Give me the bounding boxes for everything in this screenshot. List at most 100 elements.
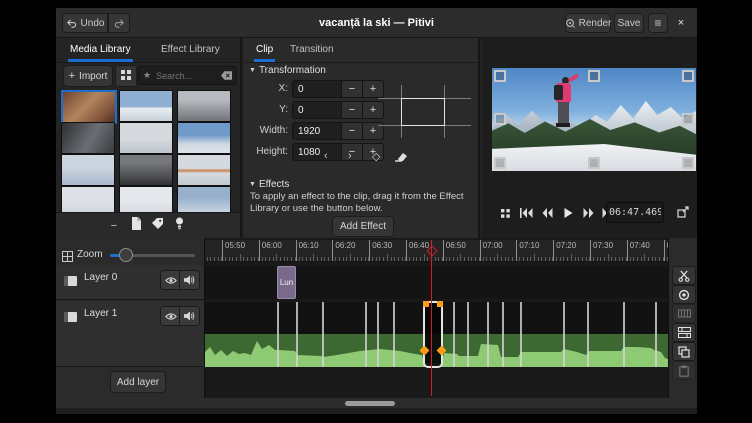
spin-input[interactable] <box>292 80 342 98</box>
clip-boundary[interactable] <box>296 302 298 367</box>
clip-boundary[interactable] <box>322 302 324 367</box>
redo-button[interactable] <box>108 13 130 33</box>
ungroup-button[interactable] <box>672 323 696 342</box>
tags-button[interactable] <box>149 217 167 235</box>
seek-forward-button[interactable] <box>579 205 597 221</box>
tab-media-library[interactable]: Media Library <box>68 40 133 62</box>
media-thumbnail[interactable] <box>119 122 173 154</box>
scrollbar-thumb[interactable] <box>345 401 395 406</box>
keyframe-button[interactable] <box>672 285 696 304</box>
detach-viewer-button[interactable] <box>674 204 692 220</box>
clip-boundary[interactable] <box>277 302 279 367</box>
layer1-visibility-button[interactable] <box>160 306 181 326</box>
clip-boundary[interactable] <box>623 302 625 367</box>
selected-clip[interactable] <box>423 301 443 368</box>
effects-expander[interactable]: ▼ Effects <box>249 179 289 190</box>
clip-boundary[interactable] <box>563 302 565 367</box>
transformation-expander[interactable]: ▼ Transformation <box>249 65 326 76</box>
media-thumbnail[interactable] <box>177 90 231 122</box>
decrement-button[interactable]: − <box>342 101 363 119</box>
reset-transform-button[interactable] <box>394 151 407 165</box>
seek-backward-button[interactable] <box>538 205 556 221</box>
video-preview[interactable] <box>492 68 696 171</box>
timecode-field[interactable] <box>606 202 664 223</box>
media-thumbnail[interactable] <box>177 122 231 154</box>
layer-menu-icon[interactable] <box>64 273 77 291</box>
transform-rect[interactable] <box>401 98 445 126</box>
media-thumbnail[interactable] <box>119 90 173 122</box>
clip-boundary[interactable] <box>502 302 504 367</box>
transform-handle-t[interactable] <box>588 70 600 82</box>
clip-properties-button[interactable] <box>127 217 145 235</box>
clip-boundary[interactable] <box>393 302 395 367</box>
clip-boundary[interactable] <box>487 302 489 367</box>
layer1-name[interactable]: Layer 1 <box>84 308 117 319</box>
menu-button[interactable]: ≡ <box>648 13 668 33</box>
fit-view-button[interactable] <box>496 205 514 221</box>
title-clip[interactable]: Lun <box>277 266 296 299</box>
remove-clip-button[interactable]: − <box>105 217 123 235</box>
play-button[interactable] <box>559 205 577 221</box>
search-field[interactable]: ★ <box>138 66 237 85</box>
media-thumbnail[interactable] <box>119 154 173 186</box>
layer1-mute-button[interactable] <box>179 306 200 326</box>
undo-button[interactable]: Undo <box>62 13 108 33</box>
increment-button[interactable]: + <box>363 80 384 98</box>
view-toggle-button[interactable] <box>115 65 137 87</box>
decrement-button[interactable]: − <box>342 143 363 161</box>
decrement-button[interactable]: − <box>342 80 363 98</box>
spin-input[interactable] <box>292 101 342 119</box>
clip-boundary[interactable] <box>520 302 522 367</box>
tab-transition[interactable]: Transition <box>288 40 336 59</box>
paste-button[interactable] <box>672 361 696 380</box>
layer-menu-icon[interactable] <box>64 309 77 327</box>
layer1-track[interactable] <box>205 302 668 367</box>
layer0-visibility-button[interactable] <box>160 270 181 290</box>
transform-handle-b[interactable] <box>588 157 600 169</box>
increment-button[interactable]: + <box>363 101 384 119</box>
import-button[interactable]: + Import <box>63 65 113 87</box>
layer0-mute-button[interactable] <box>179 270 200 290</box>
prev-keyframe-button[interactable]: ‹ <box>324 150 328 162</box>
layer0-header[interactable]: Layer 0 <box>56 265 204 300</box>
tab-effect-library[interactable]: Effect Library <box>159 40 222 59</box>
add-keyframe-button[interactable]: ◇ <box>372 150 380 163</box>
clip-boundary[interactable] <box>377 302 379 367</box>
transform-handle-bl[interactable] <box>494 157 506 169</box>
media-thumbnail[interactable] <box>61 90 117 124</box>
trim-handle-left[interactable] <box>423 301 429 307</box>
transform-handle-tl[interactable] <box>494 70 506 82</box>
media-thumbnail[interactable] <box>177 154 231 186</box>
close-button[interactable]: × <box>671 13 691 33</box>
clip-boundary[interactable] <box>655 302 657 367</box>
media-thumbnail[interactable] <box>61 154 115 186</box>
add-layer-button[interactable]: Add layer <box>110 371 166 393</box>
zoom-slider-knob[interactable] <box>119 248 133 262</box>
tab-clip[interactable]: Clip <box>254 40 275 62</box>
search-input[interactable] <box>154 70 218 82</box>
render-button[interactable]: Render <box>565 13 611 33</box>
layer0-name[interactable]: Layer 0 <box>84 272 117 283</box>
transform-handle-tr[interactable] <box>682 70 694 82</box>
clip-boundary[interactable] <box>365 302 367 367</box>
trim-handle-right[interactable] <box>437 301 443 307</box>
clip-boundary[interactable] <box>587 302 589 367</box>
go-to-start-button[interactable] <box>517 205 535 221</box>
next-keyframe-button[interactable]: › <box>348 150 352 162</box>
media-thumbnail[interactable] <box>61 122 115 154</box>
add-effect-button[interactable]: Add Effect <box>332 216 394 237</box>
layer0-track[interactable]: Lun <box>205 266 668 299</box>
transform-handle-br[interactable] <box>682 157 694 169</box>
copy-button[interactable] <box>672 342 696 361</box>
transform-handle-r[interactable] <box>682 113 694 125</box>
layer1-header[interactable]: Layer 1 <box>56 301 204 367</box>
spin-input[interactable] <box>292 143 342 161</box>
clip-boundary[interactable] <box>453 302 455 367</box>
split-button[interactable] <box>672 266 696 285</box>
playhead-line[interactable] <box>431 240 432 396</box>
transform-handle-l[interactable] <box>494 113 506 125</box>
clip-boundary[interactable] <box>467 302 469 367</box>
group-button[interactable] <box>672 304 696 323</box>
clear-search-icon[interactable] <box>221 67 232 85</box>
decrement-button[interactable]: − <box>342 122 363 140</box>
